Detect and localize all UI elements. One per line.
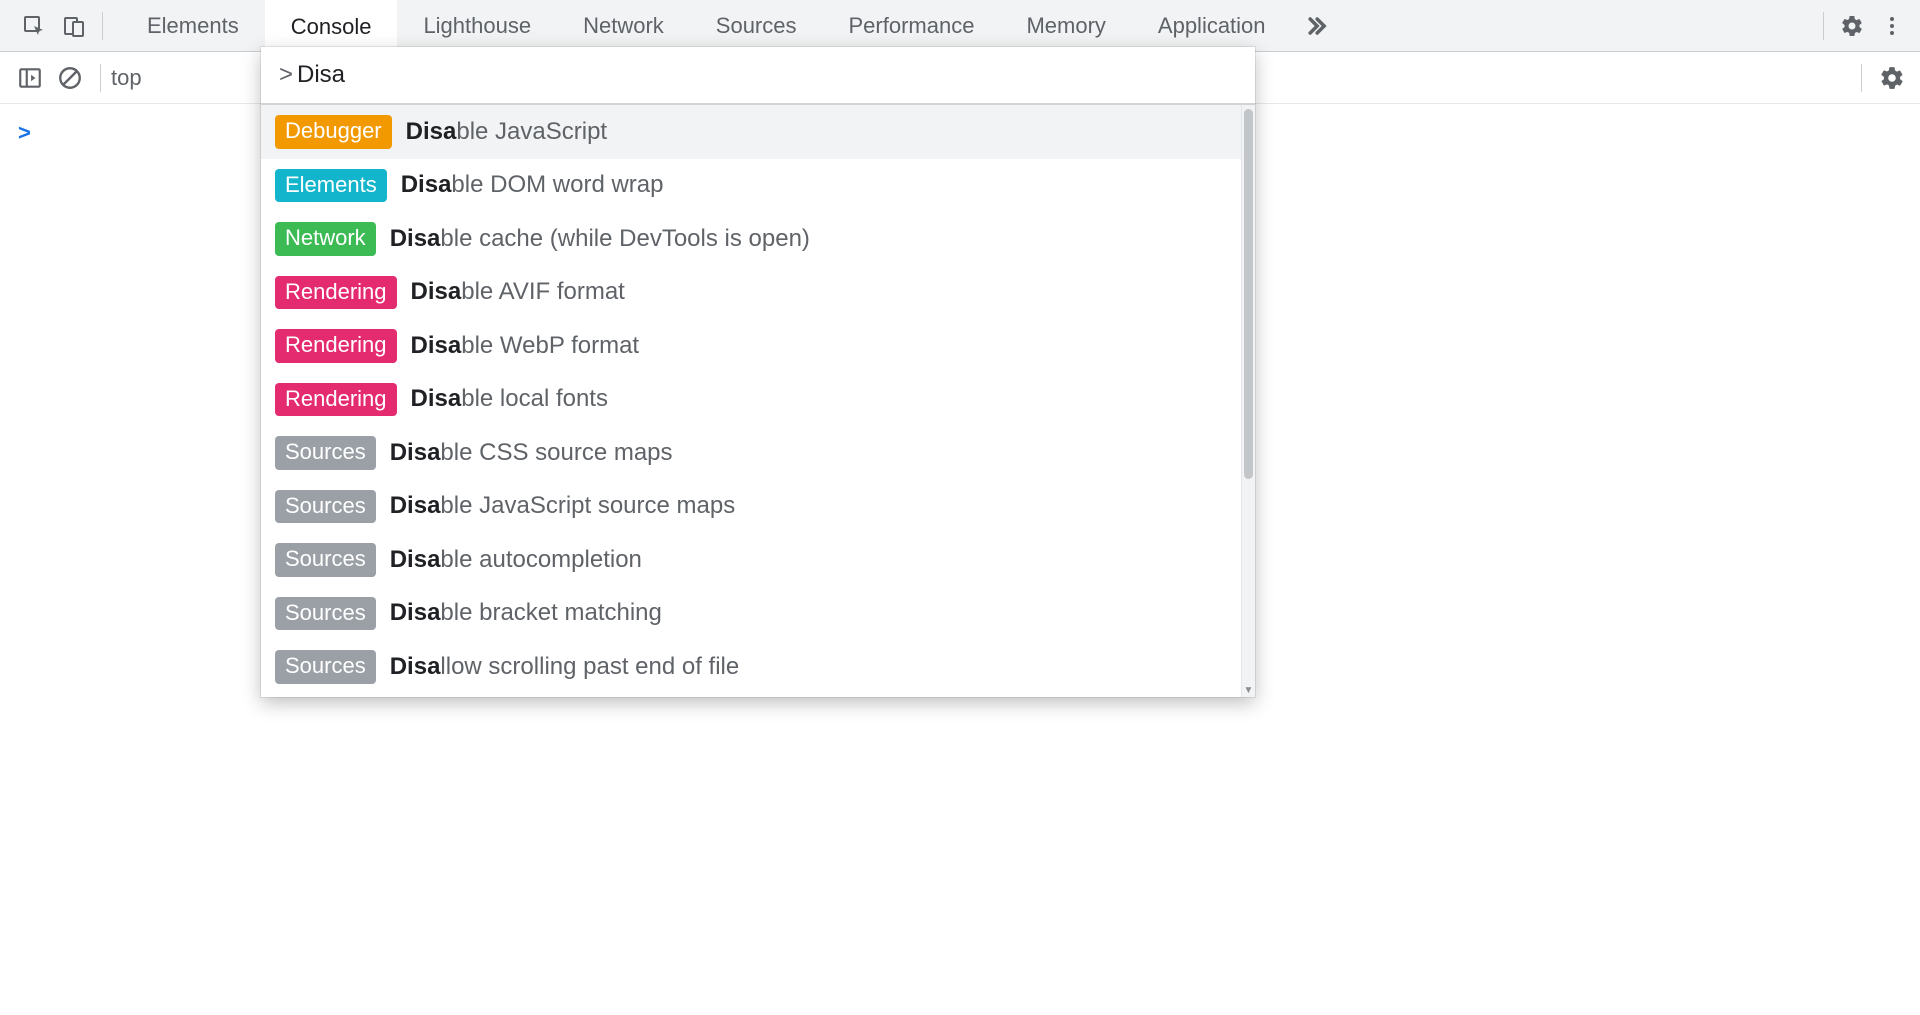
command-menu-item[interactable]: Rendering Disable AVIF format [261,266,1255,320]
console-prompt-caret: > [18,120,31,146]
command-menu-badge: Rendering [275,329,397,363]
tab-label: Elements [147,13,239,39]
command-menu-prefix: > [279,61,293,89]
command-menu-badge: Sources [275,597,376,631]
command-menu-item-label: Disable JavaScript source maps [390,491,736,521]
command-menu-list-wrap: DebuggerDisable JavaScriptElementsDisabl… [261,105,1255,697]
command-menu: > Disa Debugger Disable JavaScript Element… [261,47,1255,697]
command-menu-item-label: Disable autocompletion [390,545,642,575]
console-toolbar-left: top [0,58,148,98]
tab-console[interactable]: Console [265,0,398,51]
tab-label: Memory [1026,13,1105,39]
console-settings-icon[interactable] [1872,58,1912,98]
command-menu-item[interactable]: Rendering Disable WebP format [261,319,1255,373]
command-menu-item[interactable]: Sources Disable CSS source maps [261,426,1255,480]
tabstrip-right-icons [1807,0,1920,51]
command-menu-input[interactable]: > Disa [261,47,1255,105]
tab-network[interactable]: Network [557,0,690,51]
separator [1861,64,1862,92]
tab-sources[interactable]: Sources [690,0,823,51]
command-menu-item-label: Disable AVIF format [411,277,625,307]
scrollbar-thumb[interactable] [1244,109,1253,479]
command-menu-badge: Sources [275,436,376,470]
command-menu-badge: Rendering [275,276,397,310]
separator [1823,12,1824,40]
tab-label: Lighthouse [423,13,531,39]
command-menu-item[interactable]: Sources Disable autocompletion [261,533,1255,587]
context-selector[interactable]: top [111,65,148,91]
console-toolbar-right [1851,58,1920,98]
command-menu-item[interactable]: Rendering Disable local fonts [261,373,1255,427]
command-menu-item[interactable]: Debugger Disable JavaScript [261,105,1255,159]
tab-memory[interactable]: Memory [1000,0,1131,51]
more-tabs-icon[interactable] [1292,0,1340,51]
tab-label: Application [1158,13,1266,39]
kebab-menu-icon[interactable] [1872,6,1912,46]
command-menu-scrollbar[interactable]: ▼ [1241,105,1255,697]
device-toolbar-icon[interactable] [54,6,94,46]
tab-application[interactable]: Application [1132,0,1292,51]
command-menu-item[interactable]: Sources Disallow scrolling past end of fi… [261,640,1255,694]
devtools-tabstrip: Elements Console Lighthouse Network Sour… [0,0,1920,52]
tab-label: Network [583,13,664,39]
command-menu-item-label: Disable bracket matching [390,598,662,628]
command-menu-item-label: Disable JavaScript [406,117,607,147]
tab-elements[interactable]: Elements [121,0,265,51]
command-menu-badge: Debugger [275,115,392,149]
command-menu-item[interactable]: Network Disable cache (while DevTools is … [261,212,1255,266]
tab-label: Sources [716,13,797,39]
command-menu-item-label: Disallow scrolling past end of file [390,652,740,682]
command-menu-item[interactable]: Sources Disable bracket matching [261,587,1255,641]
command-menu-badge: Network [275,222,376,256]
command-menu-badge: Elements [275,169,387,203]
command-menu-item-label: Disable local fonts [411,384,608,414]
command-menu-item-label: Disable cache (while DevTools is open) [390,224,810,254]
command-menu-badge: Sources [275,543,376,577]
command-menu-badge: Sources [275,650,376,684]
tab-performance[interactable]: Performance [823,0,1001,51]
tab-lighthouse[interactable]: Lighthouse [397,0,557,51]
separator [100,64,101,92]
command-menu-item[interactable]: Elements Disable DOM word wrap [261,159,1255,213]
tab-label: Performance [849,13,975,39]
command-menu-badge: Rendering [275,383,397,417]
toggle-sidebar-icon[interactable] [10,58,50,98]
command-menu-item[interactable]: SourcesDo not display variable values in… [261,694,1255,698]
devtools-tabs: Elements Console Lighthouse Network Sour… [121,0,1340,51]
inspect-element-icon[interactable] [14,6,54,46]
scrollbar-down-arrow[interactable]: ▼ [1242,683,1255,697]
settings-icon[interactable] [1832,6,1872,46]
separator [102,12,103,40]
tabstrip-left-icons [0,0,121,51]
tab-label: Console [291,14,372,40]
command-menu-badge: Sources [275,490,376,524]
command-menu-list: DebuggerDisable JavaScriptElementsDisabl… [261,105,1255,697]
command-menu-query: Disa [297,61,345,89]
command-menu-item-label: Disable WebP format [411,331,640,361]
clear-console-icon[interactable] [50,58,90,98]
command-menu-item-label: Disable DOM word wrap [401,170,664,200]
command-menu-item[interactable]: Sources Disable JavaScript source maps [261,480,1255,534]
command-menu-item-label: Disable CSS source maps [390,438,673,468]
